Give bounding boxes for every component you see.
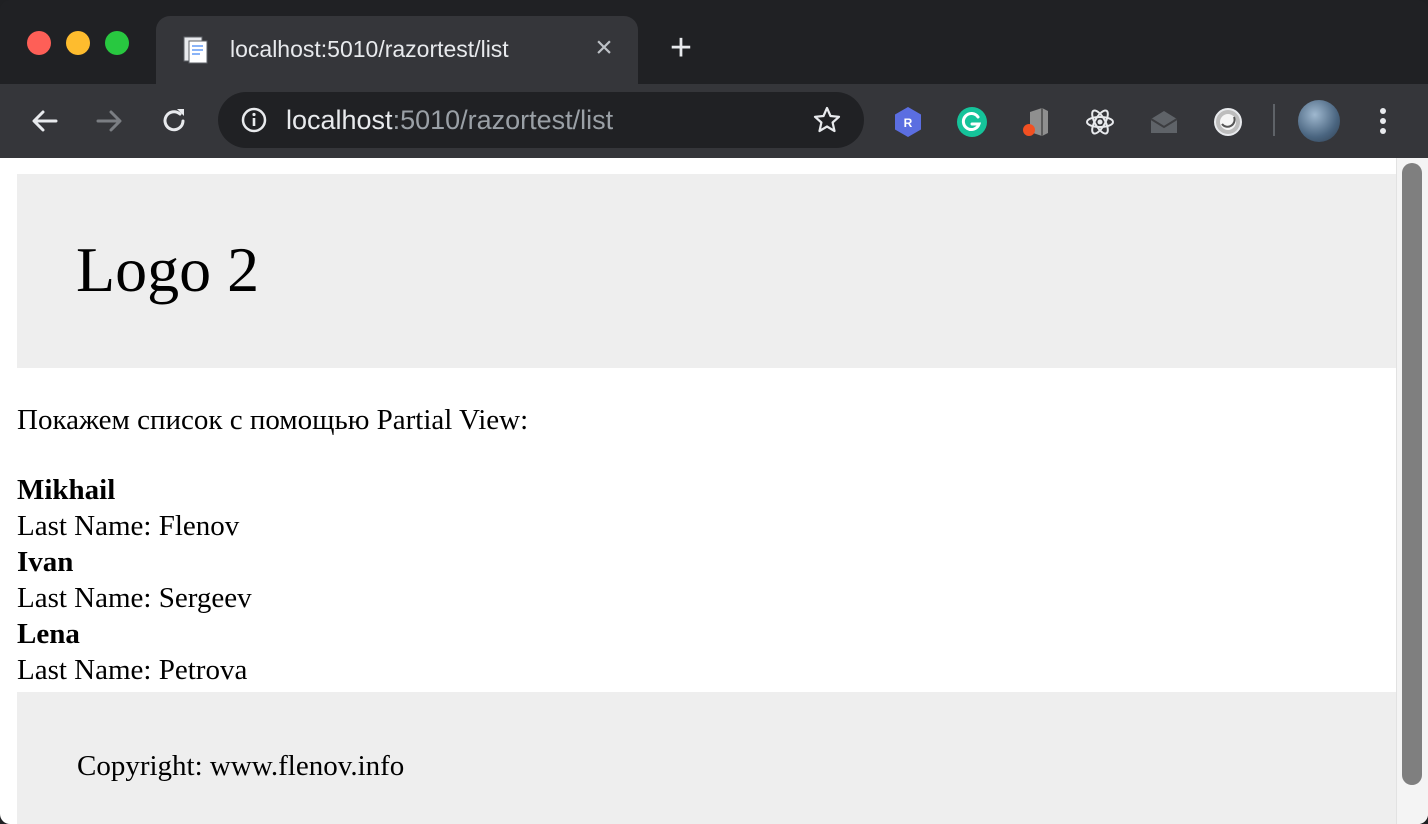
profile-avatar[interactable] — [1298, 100, 1340, 142]
url-host: localhost — [286, 105, 393, 135]
main-content: Покажем список с помощью Partial View: M… — [17, 402, 1396, 688]
svg-text:R: R — [904, 116, 913, 130]
page-footer: Copyright: www.flenov.info — [17, 692, 1396, 824]
page-viewport: Logo 2 Покажем список с помощью Partial … — [0, 158, 1428, 824]
r-extension-icon[interactable]: R — [892, 106, 924, 138]
tab-active[interactable]: localhost:5010/razortest/list × — [156, 16, 638, 84]
url-path: :5010/razortest/list — [392, 105, 614, 135]
close-window-button[interactable] — [27, 31, 51, 55]
browser-toolbar: localhost:5010/razortest/list R — [0, 84, 1428, 158]
circle-extension-icon[interactable] — [1212, 106, 1244, 138]
url-text: localhost:5010/razortest/list — [286, 105, 613, 136]
info-icon[interactable] — [240, 106, 268, 134]
person-first-name: Mikhail — [17, 474, 116, 506]
page-content: Logo 2 Покажем список с помощью Partial … — [17, 174, 1396, 824]
document-icon — [183, 36, 208, 64]
close-tab-icon[interactable]: × — [592, 33, 616, 63]
list-item: Lena Last Name: Petrova — [17, 616, 1396, 688]
browser-window: localhost:5010/razortest/list × + localh… — [0, 0, 1428, 824]
maximize-window-button[interactable] — [105, 31, 129, 55]
person-last-name: Last Name: Sergeev — [17, 582, 252, 614]
person-last-name: Last Name: Flenov — [17, 510, 240, 542]
more-menu-icon[interactable] — [1370, 104, 1396, 138]
page-header: Logo 2 — [17, 174, 1396, 368]
toolbar-divider — [1273, 104, 1275, 136]
minimize-window-button[interactable] — [66, 31, 90, 55]
forward-arrow-icon[interactable] — [92, 104, 126, 138]
address-bar[interactable]: localhost:5010/razortest/list — [218, 92, 864, 148]
scrollbar-thumb[interactable] — [1402, 163, 1422, 785]
grammarly-icon[interactable] — [956, 106, 988, 138]
person-first-name: Lena — [17, 618, 80, 650]
tab-title: localhost:5010/razortest/list — [230, 36, 509, 62]
person-first-name: Ivan — [17, 546, 74, 578]
reload-icon[interactable] — [157, 104, 191, 138]
react-devtools-icon[interactable] — [1084, 106, 1116, 138]
bookmark-star-icon[interactable] — [812, 105, 842, 135]
list-item: Ivan Last Name: Sergeev — [17, 544, 1396, 616]
back-arrow-icon[interactable] — [28, 104, 62, 138]
mail-icon[interactable] — [1148, 106, 1180, 138]
copyright-text: Copyright: www.flenov.info — [77, 750, 405, 782]
office-icon[interactable] — [1020, 106, 1052, 138]
tab-strip: localhost:5010/razortest/list × + — [0, 0, 1428, 84]
new-tab-button[interactable]: + — [664, 29, 698, 67]
person-last-name: Last Name: Petrova — [17, 654, 248, 686]
list-item: Mikhail Last Name: Flenov — [17, 472, 1396, 544]
people-list: Mikhail Last Name: Flenov Ivan Last Name… — [17, 472, 1396, 688]
window-controls — [27, 31, 129, 55]
intro-text: Покажем список с помощью Partial View: — [17, 404, 529, 436]
logo-text: Logo 2 — [76, 234, 260, 305]
